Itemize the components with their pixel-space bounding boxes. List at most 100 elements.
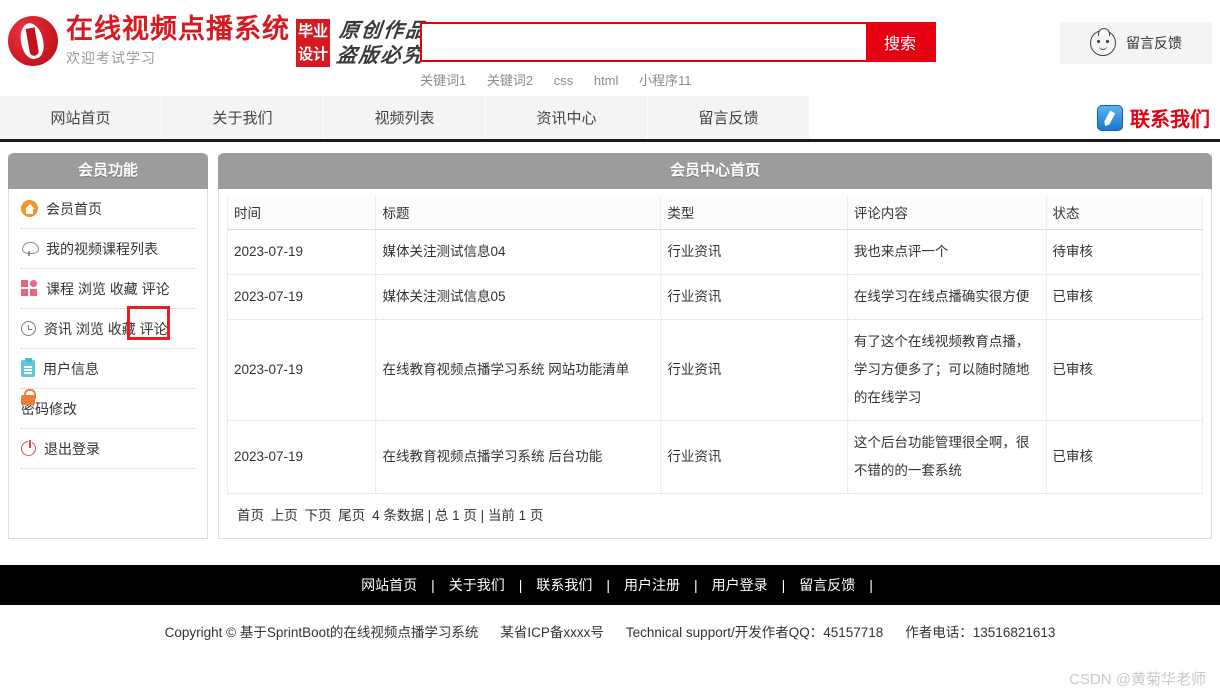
contact-us-label: 联系我们 [1130, 109, 1210, 131]
pagination: 首页 上页 下页 尾页 4 条数据 | 总 1 页 | 当前 1 页 [227, 494, 1203, 524]
sidebar-item-news-activity[interactable]: 资讯 浏览 收藏 评论 [21, 306, 195, 349]
search-input[interactable] [422, 24, 866, 60]
clipboard-icon [21, 358, 35, 377]
sidebar-item-label: 用户信息 [43, 360, 99, 377]
table-header-row: 时间 标题 类型 评论内容 状态 [226, 195, 1203, 230]
hot-keywords: 关键词1 关键词2 css html 小程序11 [420, 70, 936, 89]
cell-type: 行业资讯 [660, 274, 848, 320]
site-logo[interactable]: 在线视频点播系统 欢迎考试学习 毕业 设计 原创作品 盗版必究 [8, 13, 429, 68]
table-row[interactable]: 2023-07-19 媒体关注测试信息05 行业资讯 在线学习在线点播确实很方便… [226, 274, 1203, 320]
nav-item-feedback[interactable]: 留言反馈 [648, 96, 810, 139]
member-center-panel: 会员中心首页 时间 标题 类型 评论内容 状态 2023-07-19 媒体关注测… [218, 153, 1212, 539]
flower-icon [21, 240, 39, 257]
search-button[interactable]: 搜索 [866, 24, 934, 60]
nav-item-about[interactable]: 关于我们 [162, 96, 324, 139]
main-nav: 网站首页 关于我们 视频列表 资讯中心 留言反馈 [0, 96, 810, 139]
keyword-link-1[interactable]: 关键词1 [420, 73, 466, 88]
calligraphy-line-2: 盗版必究 [335, 43, 426, 67]
panel-title: 会员中心首页 [218, 153, 1212, 189]
sidebar-item-course-activity[interactable]: 课程 浏览 收藏 评论 [21, 269, 195, 309]
site-title: 在线视频点播系统 [66, 14, 290, 44]
keyword-link-4[interactable]: html [594, 73, 619, 88]
app-root: 在线视频点播系统 欢迎考试学习 毕业 设计 原创作品 盗版必究 搜索 关键词1 … [0, 0, 1220, 693]
power-icon [21, 440, 36, 456]
nav-item-news-center[interactable]: 资讯中心 [486, 96, 648, 139]
feedback-button[interactable]: 留言反馈 [1060, 22, 1212, 64]
status-badge: 待审核 [1046, 229, 1203, 275]
table-row[interactable]: 2023-07-19 媒体关注测试信息04 行业资讯 我也来点评一个 待审核 [226, 229, 1203, 275]
badge-line-1: 毕业 [297, 23, 328, 40]
calligraphy-note: 原创作品 盗版必究 [335, 18, 428, 68]
pager-first[interactable]: 首页 [237, 508, 264, 523]
home-circle-icon [21, 200, 38, 217]
footer-link-login[interactable]: 用户登录 [698, 575, 782, 595]
cell-title: 媒体关注测试信息04 [375, 229, 662, 275]
feedback-button-label: 留言反馈 [1126, 35, 1182, 51]
clock-icon [21, 321, 36, 336]
comments-table: 时间 标题 类型 评论内容 状态 2023-07-19 媒体关注测试信息04 行… [226, 195, 1203, 494]
site-header: 在线视频点播系统 欢迎考试学习 毕业 设计 原创作品 盗版必究 搜索 关键词1 … [0, 0, 1220, 96]
sidebar-item-my-courses[interactable]: 我的视频课程列表 [21, 229, 195, 269]
keyword-link-3[interactable]: css [554, 73, 574, 88]
col-header-type: 类型 [660, 195, 848, 230]
cell-time: 2023-07-19 [226, 420, 377, 494]
calligraphy-line-1: 原创作品 [338, 18, 429, 42]
pager-next[interactable]: 下页 [305, 508, 332, 523]
footer-link-feedback[interactable]: 留言反馈 [785, 575, 869, 595]
cell-type: 行业资讯 [660, 319, 848, 421]
phone-text: 作者电话：13516821613 [905, 625, 1056, 640]
sidebar-item-label: 我的视频课程列表 [46, 240, 158, 257]
sidebar-item-logout[interactable]: 退出登录 [21, 429, 195, 469]
page-content: 会员功能 会员首页 我的视频课程列表 课程 浏览 收藏 评论 资讯 浏览 收藏 … [0, 142, 1220, 565]
support-text: Technical support/开发作者QQ：45157718 [625, 625, 884, 640]
sidebar-item-user-info[interactable]: 用户信息 [21, 349, 195, 389]
footer-nav: 网站首页 | 关于我们 | 联系我们 | 用户注册 | 用户登录 | 留言反馈 … [0, 565, 1220, 605]
main-nav-bar: 网站首页 关于我们 视频列表 资讯中心 留言反馈 联系我们 [0, 96, 1220, 142]
keyword-link-5[interactable]: 小程序11 [639, 73, 692, 88]
icp-text: 某省ICP备xxxx号 [500, 625, 604, 640]
status-badge: 已审核 [1046, 274, 1203, 320]
cell-time: 2023-07-19 [226, 274, 377, 320]
footer-link-home[interactable]: 网站首页 [347, 575, 431, 595]
keyword-link-2[interactable]: 关键词2 [487, 73, 533, 88]
pen-square-icon [1097, 104, 1123, 131]
copyright-bar: Copyright © 基于SprintBoot的在线视频点播学习系统 某省IC… [0, 605, 1220, 657]
graduation-design-badge: 毕业 设计 [296, 19, 330, 67]
table-head: 时间 标题 类型 评论内容 状态 [226, 195, 1203, 230]
logo-text-block: 在线视频点播系统 欢迎考试学习 [66, 13, 290, 65]
footer-link-contact[interactable]: 联系我们 [522, 575, 606, 595]
contact-us-link[interactable]: 联系我们 [1097, 103, 1210, 132]
pager-last[interactable]: 尾页 [338, 508, 365, 523]
cell-type: 行业资讯 [660, 229, 848, 275]
table-row[interactable]: 2023-07-19 在线教育视频点播学习系统 网站功能清单 行业资讯 有了这个… [226, 319, 1203, 421]
sidebar-title: 会员功能 [8, 153, 208, 189]
table-row[interactable]: 2023-07-19 在线教育视频点播学习系统 后台功能 行业资讯 这个后台功能… [226, 420, 1203, 494]
nav-item-video-list[interactable]: 视频列表 [324, 96, 486, 139]
grid-squares-icon [21, 280, 38, 297]
sidebar-item-label: 会员首页 [46, 200, 102, 217]
sidebar-item-member-home[interactable]: 会员首页 [21, 189, 195, 229]
csdn-watermark: CSDN @黄菊华老师 [1069, 671, 1206, 688]
cell-comment: 有了这个在线视频教育点播，学习方便多了；可以随时随地的在线学习 [847, 319, 1047, 421]
site-subtitle: 欢迎考试学习 [66, 50, 156, 66]
footer-link-register[interactable]: 用户注册 [610, 575, 694, 595]
footer-separator: | [869, 577, 873, 593]
sidebar-item-change-password[interactable]: 密码修改 [21, 389, 195, 429]
sidebar-item-label: 退出登录 [44, 440, 100, 457]
search-box: 搜索 [420, 22, 936, 62]
comments-table-wrap: 时间 标题 类型 评论内容 状态 2023-07-19 媒体关注测试信息04 行… [219, 189, 1211, 524]
col-header-status: 状态 [1046, 195, 1203, 230]
cell-time: 2023-07-19 [226, 319, 377, 421]
badge-line-2: 设计 [297, 46, 328, 63]
col-header-comment: 评论内容 [847, 195, 1047, 230]
pager-prev[interactable]: 上页 [271, 508, 298, 523]
circle-j-logo-icon [8, 16, 58, 66]
cell-title: 媒体关注测试信息05 [375, 274, 662, 320]
footer-link-about[interactable]: 关于我们 [435, 575, 519, 595]
nav-item-home[interactable]: 网站首页 [0, 96, 162, 139]
status-badge: 已审核 [1046, 420, 1203, 494]
sidebar-item-label: 课程 浏览 收藏 评论 [46, 280, 170, 297]
cell-comment: 这个后台功能管理很全啊，很不错的的一套系统 [847, 420, 1047, 494]
member-sidebar: 会员功能 会员首页 我的视频课程列表 课程 浏览 收藏 评论 资讯 浏览 收藏 … [8, 153, 208, 539]
table-body: 2023-07-19 媒体关注测试信息04 行业资讯 我也来点评一个 待审核 2… [226, 229, 1203, 494]
